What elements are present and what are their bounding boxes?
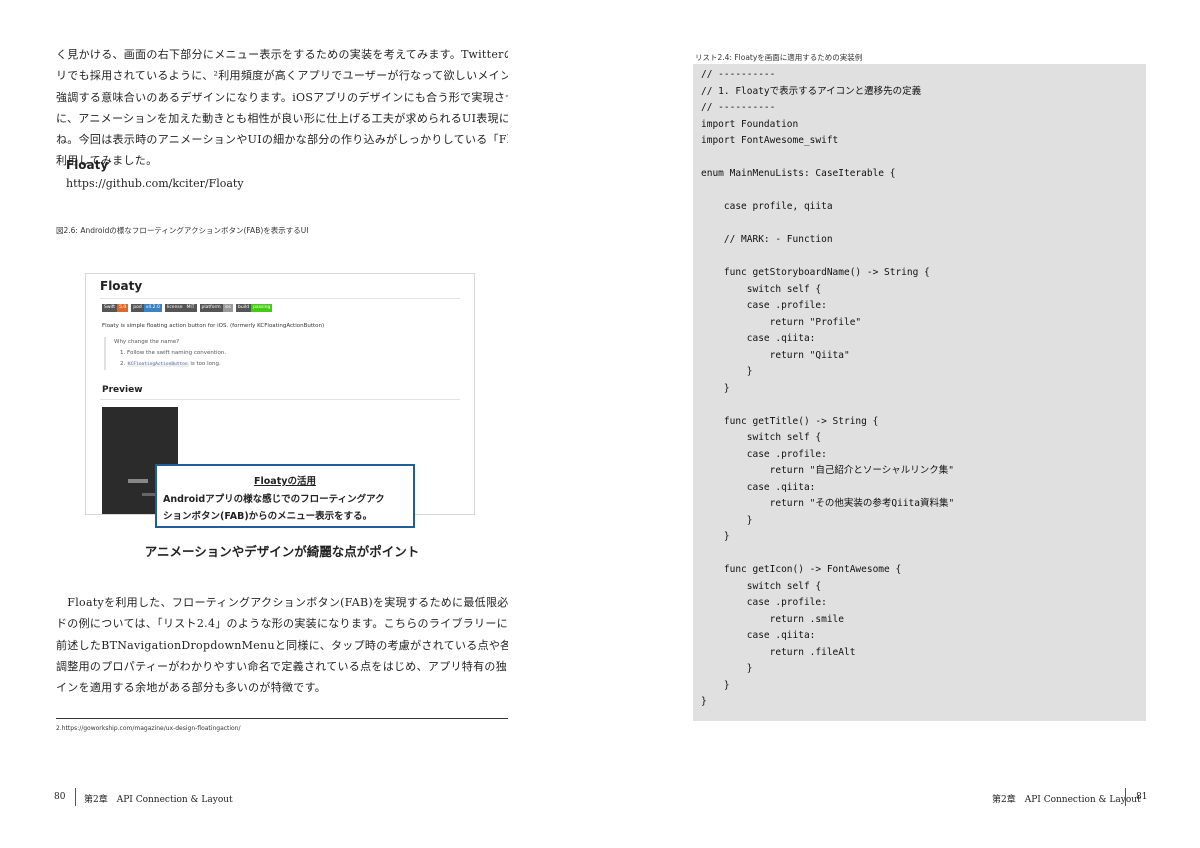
text-line: に、アニメーションを加えた動きとも相性が良い形に仕上げる工夫が求められるUI表現… bbox=[56, 111, 508, 125]
figure-caption: 図2.6: Androidの様なフローティングアクションボタン(FAB)を表示す… bbox=[56, 226, 309, 235]
badge-swift: Swift 5.0 bbox=[102, 304, 129, 312]
text-line: 前述したBTNavigationDropdownMenuと同様に、タップ時の考慮… bbox=[56, 638, 508, 652]
text-line: 調整用のプロパティーがわかりやすい命名で定義されている点をはじめ、アプリ特有の独… bbox=[56, 659, 508, 673]
figure-description: Floaty is simple floating action button … bbox=[102, 323, 325, 329]
badge-pod: pod v4.2.0 bbox=[131, 304, 162, 312]
library-heading: Floaty bbox=[66, 158, 109, 172]
running-head-right: 第2章 API Connection & Layout bbox=[992, 795, 1141, 805]
library-url[interactable]: https://github.com/kciter/Floaty bbox=[66, 177, 244, 190]
quote-title: Why change the name? bbox=[114, 339, 180, 345]
text-line: 利用してみました。 bbox=[56, 154, 158, 168]
paragraph-floaty: Floatyを利用した、フローティングアクションボタン(FAB)を実現するために… bbox=[56, 592, 508, 698]
callout-body: Androidアプリの様な感じでのフローティングアク ションボタン(FAB)から… bbox=[163, 494, 385, 522]
list-caption: リスト2.4: Floatyを画面に適用するための実装例 bbox=[695, 53, 863, 62]
badge-platform: platform ios bbox=[199, 304, 233, 312]
text-line: 強調する意味合いのあるデザインになります。iOSアプリのデザインにも合う形で実現… bbox=[56, 90, 508, 104]
text-line: く見かける、画面の右下部分にメニュー表示をするための実装を考えてみます。Twit… bbox=[56, 48, 508, 61]
callout-box: Floatyの活用 Androidアプリの様な感じでのフローティングアク ション… bbox=[155, 464, 415, 528]
page-number-left: 80 bbox=[54, 792, 66, 802]
code-text: // ---------- // 1. Floatyで表示するアイコンと遷移先の… bbox=[701, 69, 955, 707]
text-line: ね。今回は表示時のアニメーションやUIの細かな部分の作り込みがしっかりしている「… bbox=[56, 133, 508, 147]
menu-item-bar bbox=[142, 493, 156, 496]
quote-item: 1. Follow the swift naming convention. bbox=[120, 350, 227, 356]
badge-build: build passing bbox=[236, 304, 273, 312]
emphasis-text: アニメーションやデザインが綺麗な点がポイント bbox=[144, 544, 420, 559]
divider bbox=[100, 399, 460, 400]
quote-item: 2. KCFloatingActionButton is too long. bbox=[120, 361, 221, 367]
footnote: 2.https://goworkship.com/magazine/ux-des… bbox=[56, 725, 241, 732]
paragraph-intro: く見かける、画面の右下部分にメニュー表示をするための実装を考えてみます。Twit… bbox=[56, 44, 508, 172]
text-line: インを適用する余地がある部分も多いのが特徴です。 bbox=[56, 681, 327, 695]
code-listing: // ---------- // 1. Floatyで表示するアイコンと遷移先の… bbox=[693, 64, 1146, 721]
callout-title: Floatyの活用 bbox=[254, 476, 316, 487]
running-head-left: 第2章 API Connection & Layout bbox=[84, 795, 233, 805]
footnote-rule bbox=[56, 718, 508, 719]
folio-divider bbox=[1125, 788, 1126, 806]
preview-heading: Preview bbox=[102, 385, 143, 395]
text-line: Floatyを利用した、フローティングアクションボタン(FAB)を実現するために… bbox=[56, 596, 508, 609]
folio-divider bbox=[75, 788, 76, 806]
badge-license: license MIT bbox=[164, 304, 197, 312]
badge-row: Swift 5.0 pod v4.2.0 license MIT platform io… bbox=[102, 304, 273, 312]
text-line: リでも採用されているように、²利用頻度が高くアプリでユーザーが行なって欲しいメイ… bbox=[56, 69, 508, 83]
menu-item-bar bbox=[128, 479, 148, 483]
page-number-right: 81 bbox=[1136, 792, 1148, 802]
text-line: ドの例については、「リスト2.4」のような形の実装になります。こちらのライブラリ… bbox=[56, 617, 508, 631]
figure-quote: Why change the name? 1. Follow the swift… bbox=[104, 337, 226, 370]
figure-title: Floaty bbox=[100, 279, 143, 293]
divider bbox=[100, 298, 460, 299]
